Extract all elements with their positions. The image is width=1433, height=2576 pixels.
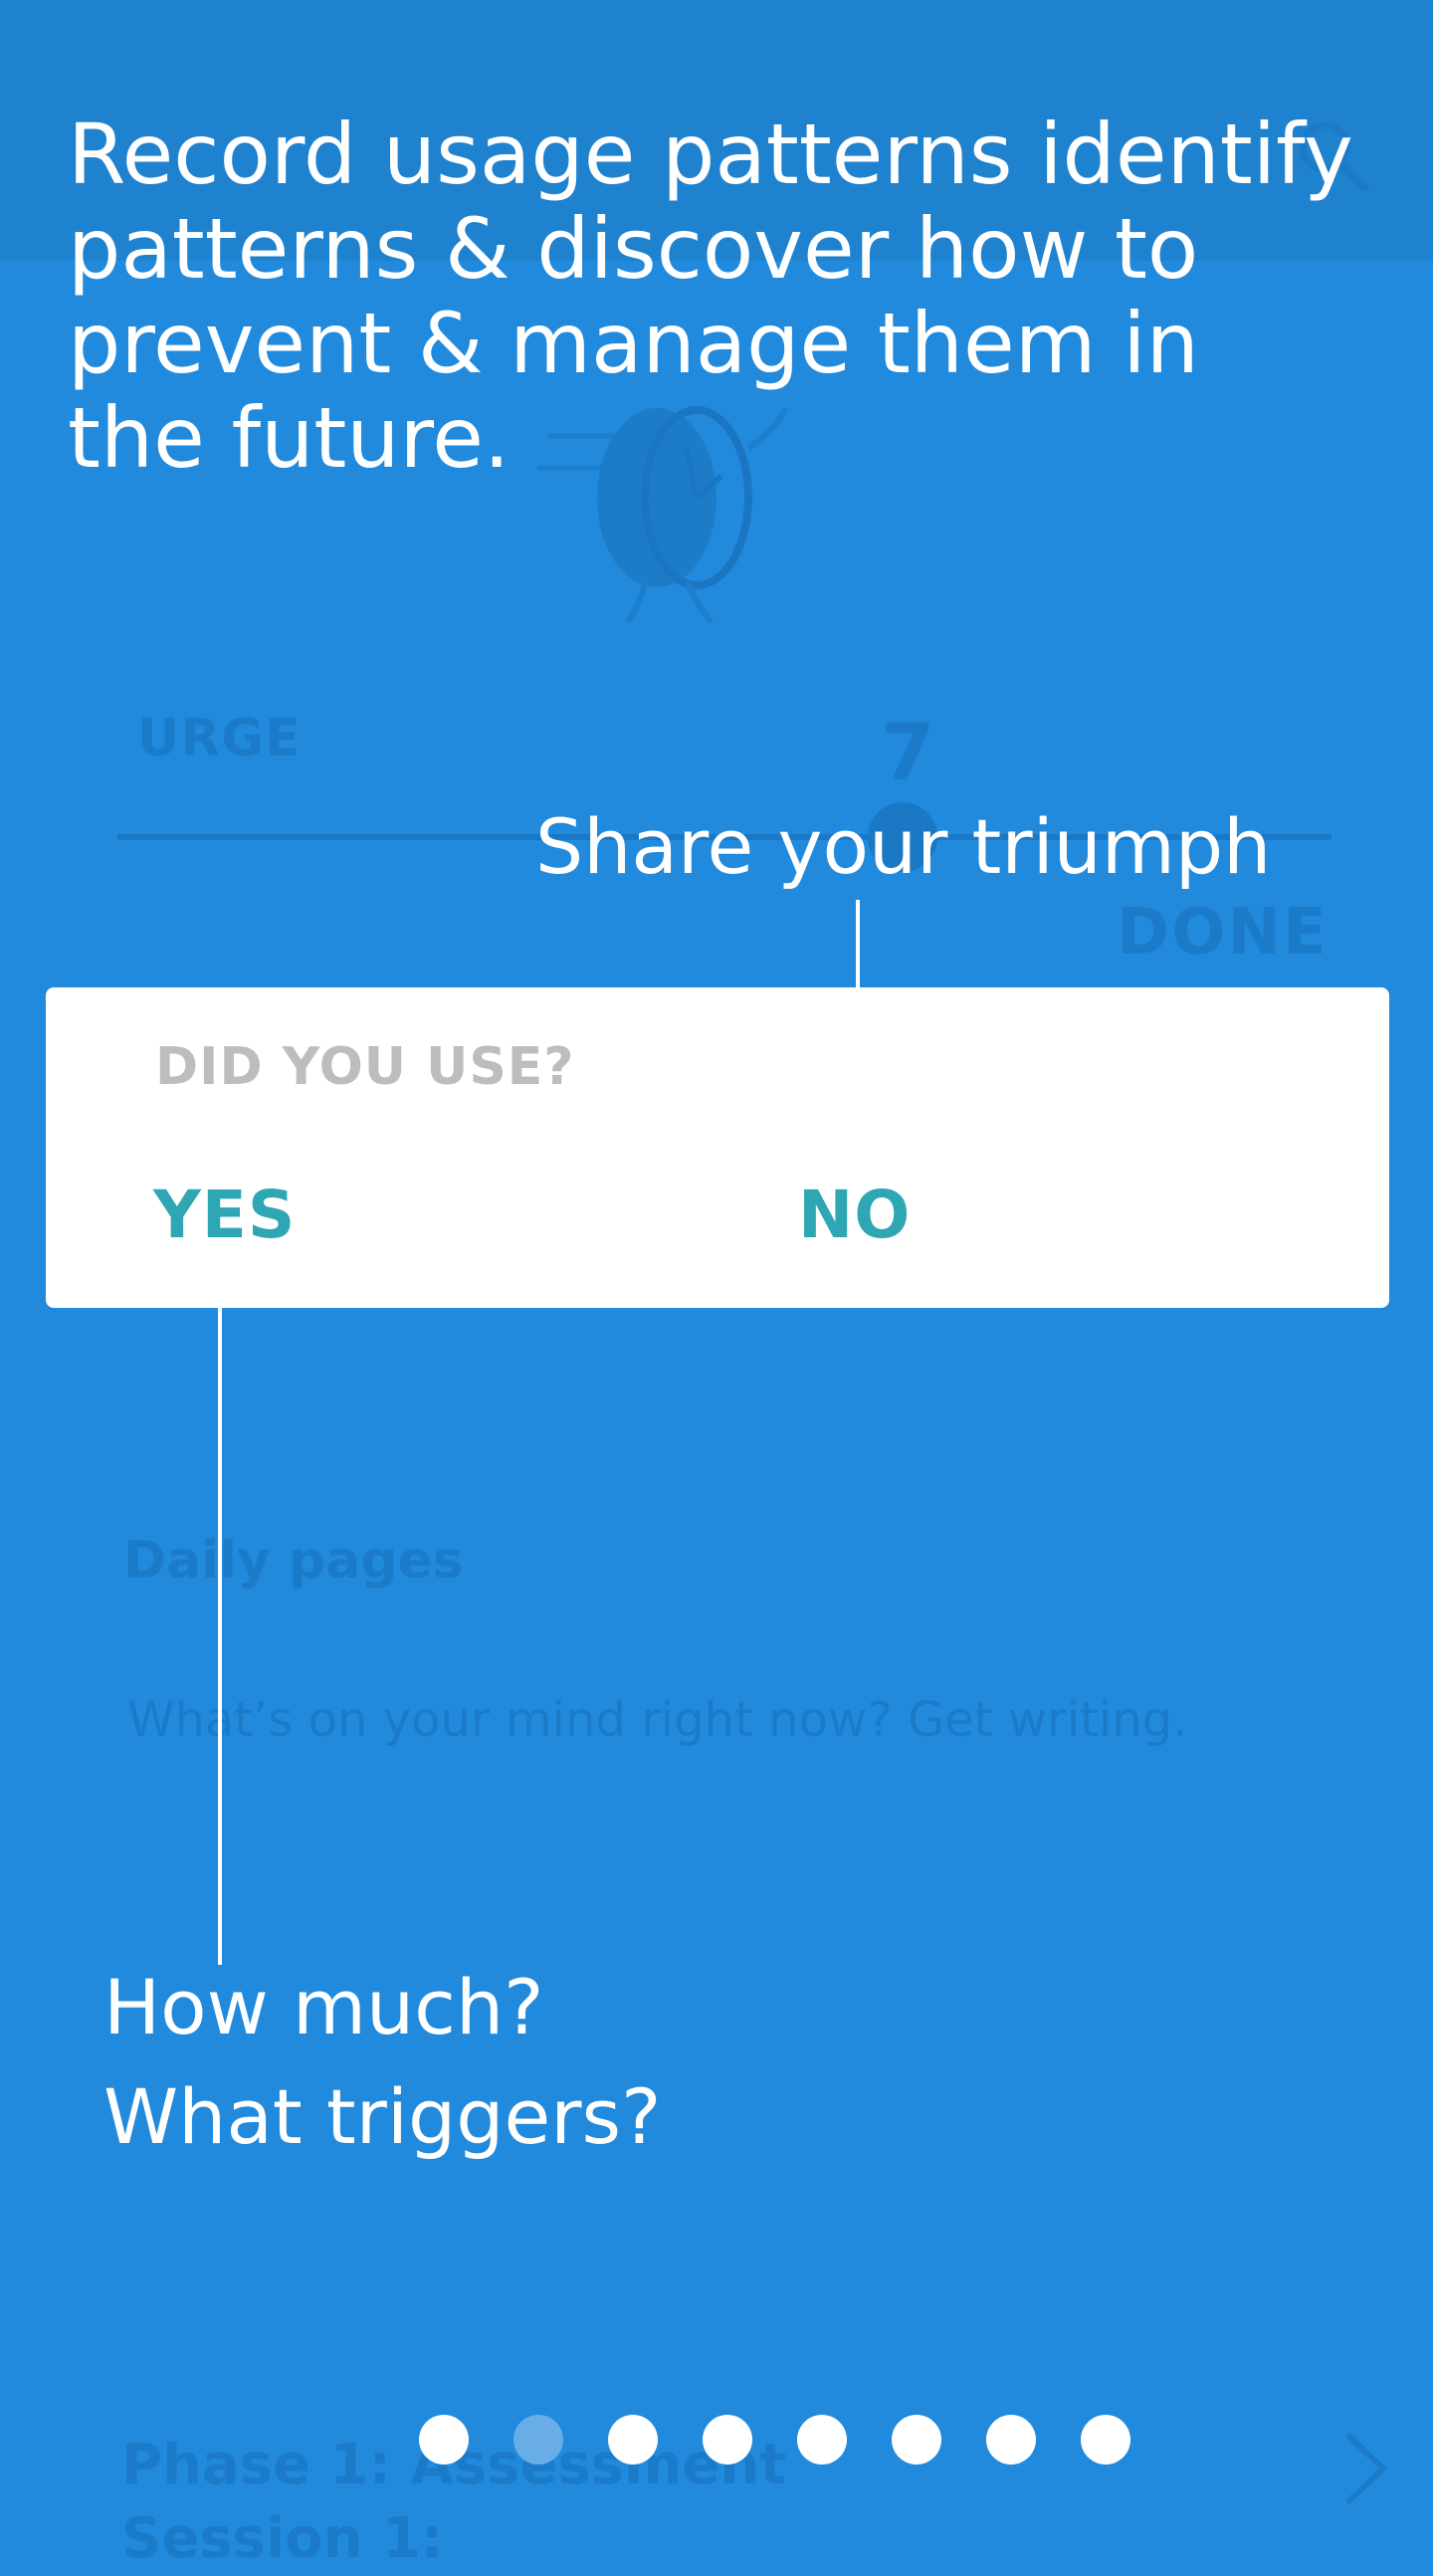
how-much-text: How much? — [103, 1963, 544, 2051]
page-indicator — [0, 2415, 1433, 2465]
no-button[interactable]: NO — [798, 1177, 911, 1253]
done-button[interactable]: DONE — [1117, 896, 1329, 969]
page-dot[interactable] — [513, 2415, 563, 2465]
page-dot[interactable] — [1081, 2415, 1130, 2465]
daily-pages-title: Daily pages — [123, 1531, 464, 1591]
did-you-use-question: DID YOU USE? — [155, 1037, 575, 1097]
page-dot[interactable] — [608, 2415, 658, 2465]
urge-value: 7 — [881, 709, 935, 798]
yes-callout: How much? What triggers? — [103, 1953, 661, 2172]
page-dot[interactable] — [703, 2415, 752, 2465]
page-dot[interactable] — [419, 2415, 469, 2465]
yes-button[interactable]: YES — [153, 1177, 296, 1253]
daily-pages-prompt[interactable]: What’s on your mind right now? Get writi… — [127, 1692, 1187, 1748]
page-dot[interactable] — [986, 2415, 1036, 2465]
page-dot[interactable] — [797, 2415, 847, 2465]
share-callout-line — [856, 900, 860, 987]
urge-label: URGE — [137, 709, 302, 768]
did-you-use-card: DID YOU USE? YES NO — [46, 987, 1389, 1308]
yes-callout-line — [218, 1306, 222, 1965]
page-dot[interactable] — [892, 2415, 941, 2465]
share-callout: Share your triumph — [535, 802, 1272, 891]
session-title: Session 1: — [121, 2506, 444, 2571]
what-triggers-text: What triggers? — [103, 2072, 662, 2161]
tutorial-intro-text: Record usage patterns identify patterns … — [68, 106, 1353, 487]
